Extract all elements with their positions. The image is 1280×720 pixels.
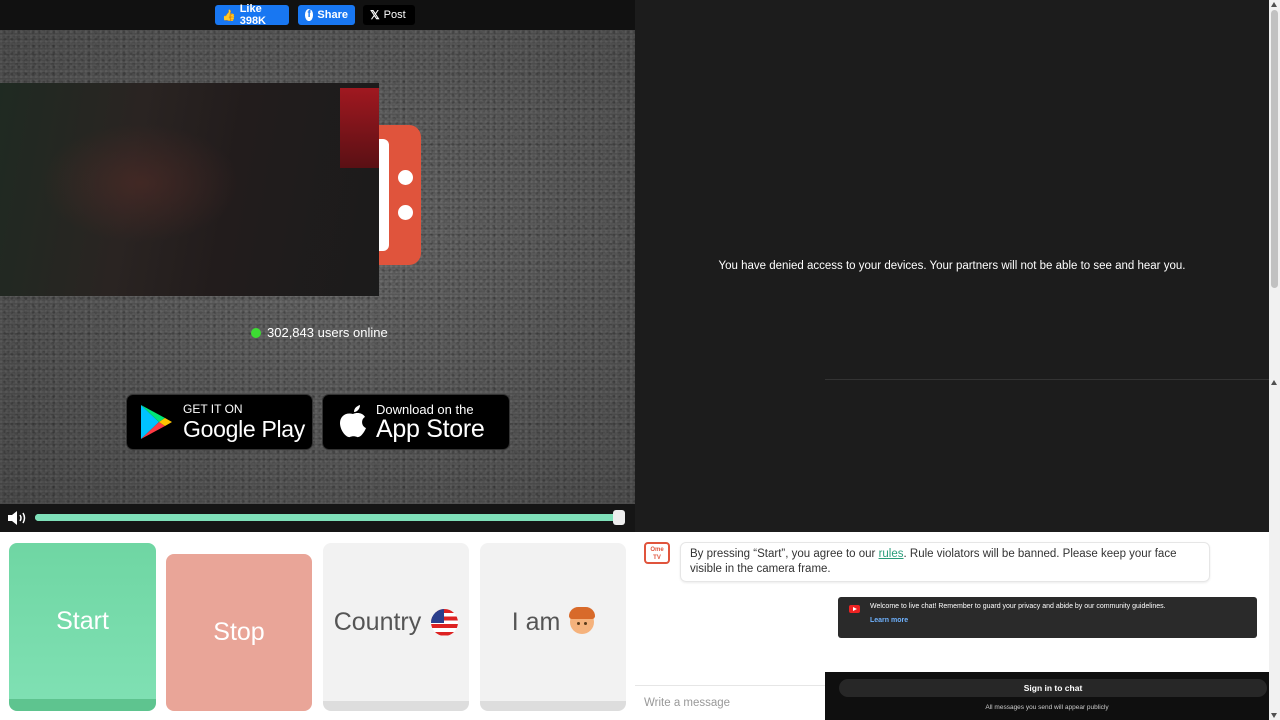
live-chat-notice: Welcome to live chat! Remember to guard …: [838, 597, 1257, 638]
boy-face-icon: [569, 607, 596, 634]
x-post-button[interactable]: 𝕏 Post: [363, 5, 415, 25]
post-label: Post: [383, 9, 406, 21]
facebook-like-button[interactable]: 👍 Like 398K: [215, 3, 289, 27]
volume-fill: [35, 514, 622, 521]
page-scrollbar[interactable]: [1269, 0, 1280, 720]
volume-slider[interactable]: [35, 514, 622, 521]
scroll-down-icon[interactable]: [1271, 713, 1277, 718]
iam-label: I am: [511, 607, 561, 636]
partner-panel: You have denied access to your devices. …: [635, 0, 1269, 532]
scroll-thumb[interactable]: [1271, 10, 1278, 288]
country-button[interactable]: Country: [323, 543, 469, 711]
volume-slider-thumb[interactable]: [613, 510, 625, 525]
learn-more-link[interactable]: Learn more: [870, 617, 1257, 624]
stop-label: Stop: [213, 618, 265, 646]
ometv-logo-icon: [379, 125, 421, 265]
start-button[interactable]: Start: [9, 543, 156, 711]
divider: [825, 379, 1269, 380]
like-label: Like 398K: [239, 3, 266, 27]
online-dot-icon: [251, 327, 261, 338]
online-count: 302,843 users online: [267, 325, 388, 340]
speaker-icon[interactable]: [7, 510, 29, 526]
app-root: 👍 Like 398K f Share 𝕏 Post 302,843 users…: [0, 0, 1280, 720]
volume-control: [0, 504, 635, 532]
notice-text: Welcome to live chat! Remember to guard …: [870, 603, 1166, 610]
google-play-icon: [141, 405, 172, 439]
message-input-wrapper: [635, 685, 825, 720]
scroll-up-icon[interactable]: [1271, 2, 1277, 7]
gender-button[interactable]: I am: [480, 543, 626, 711]
google-big-text: Google Play: [183, 415, 305, 442]
device-denied-message: You have denied access to your devices. …: [718, 260, 1186, 272]
share-label: Share: [317, 9, 348, 21]
apple-icon: [340, 405, 366, 438]
message-input[interactable]: [635, 686, 825, 720]
online-counter: 302,843 users online: [251, 325, 388, 340]
stop-button[interactable]: Stop: [166, 554, 312, 711]
us-flag-icon: [431, 608, 459, 636]
youtube-icon: [849, 605, 860, 613]
thumbs-up-icon: 👍: [222, 9, 236, 22]
public-messages-note: All messages you send will appear public…: [985, 704, 1109, 711]
scroll-arrow-icon[interactable]: [1271, 380, 1277, 385]
chat-panel: Ome TV By pressing “Start”, you agree to…: [635, 532, 1269, 720]
sign-in-to-chat-button[interactable]: Sign in to chat: [839, 679, 1267, 697]
app-store-button[interactable]: Download on the App Store: [322, 394, 510, 450]
x-icon: 𝕏: [370, 8, 380, 22]
apple-small-text: Download on the: [376, 401, 474, 417]
self-camera-preview: [0, 83, 379, 296]
start-label: Start: [56, 606, 109, 635]
google-play-button[interactable]: GET IT ON Google Play: [126, 394, 313, 450]
google-small-text: GET IT ON: [183, 401, 243, 416]
rules-link[interactable]: rules: [879, 548, 904, 560]
control-panel: Start Stop Country I am: [0, 532, 635, 720]
apple-big-text: App Store: [376, 414, 485, 443]
facebook-share-button[interactable]: f Share: [298, 5, 355, 25]
signin-panel: Sign in to chat All messages you send wi…: [825, 672, 1269, 720]
country-label: Country: [333, 607, 422, 636]
rules-message: By pressing “Start”, you agree to our ru…: [680, 542, 1210, 582]
facebook-icon: f: [305, 9, 314, 21]
ometv-chat-icon: Ome TV: [644, 542, 670, 564]
